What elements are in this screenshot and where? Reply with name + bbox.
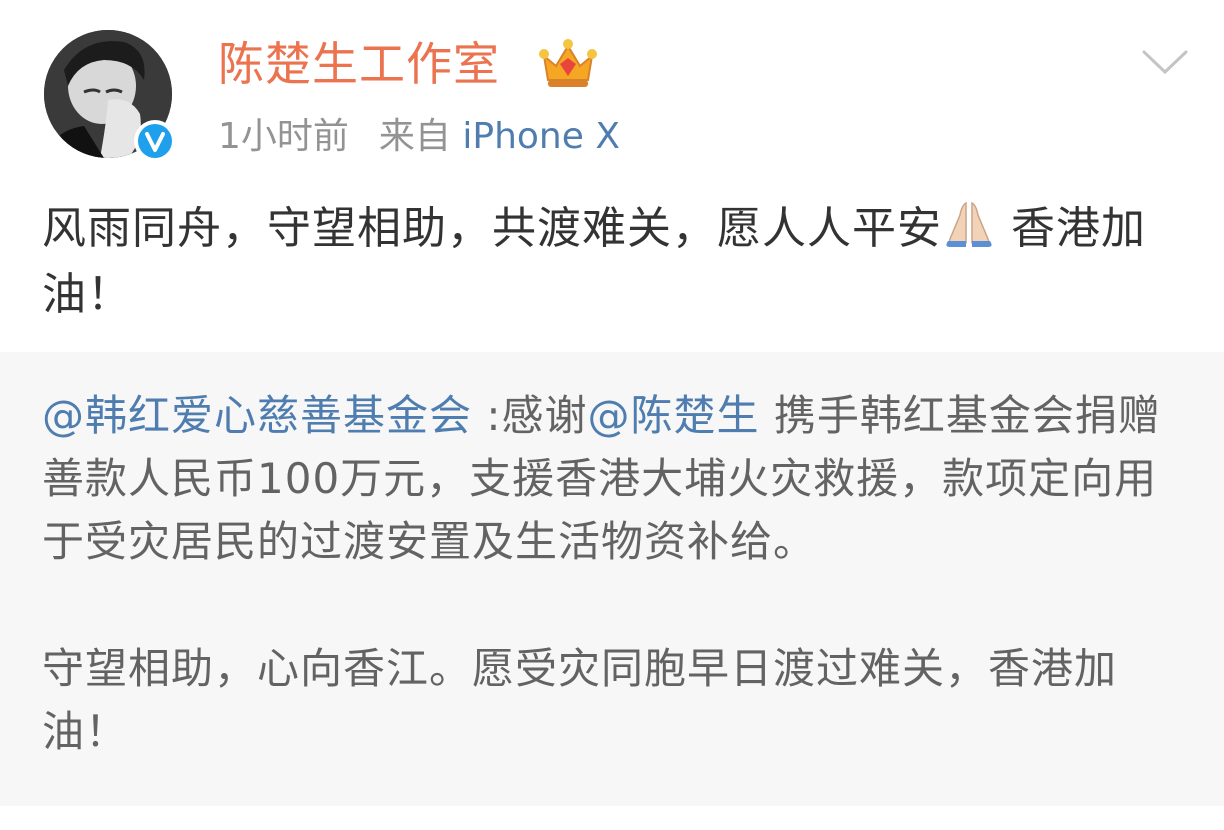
crown-member-icon[interactable] bbox=[536, 36, 600, 92]
repost-thanks: :感谢 bbox=[472, 391, 588, 440]
post-meta: 1小时前 来自 iPhone X bbox=[218, 114, 620, 160]
post-time: 1小时前 bbox=[218, 116, 349, 157]
post-text-main: 风雨同舟，守望相助，共渡难关，愿人人平安 bbox=[42, 203, 942, 254]
verified-badge-icon bbox=[138, 124, 172, 158]
repost-card[interactable]: @韩红爱心慈善基金会 :感谢@陈楚生 携手韩红基金会捐赠善款人民币100万元，支… bbox=[0, 352, 1224, 806]
chevron-down-icon[interactable] bbox=[1140, 44, 1190, 78]
repost-body-2: 守望相助，心向香江。愿受灾同胞早日渡过难关，香港加油！ bbox=[42, 644, 1118, 756]
source-prefix: 来自 bbox=[378, 116, 451, 157]
post-text: 风雨同舟，守望相助，共渡难关，愿人人平安 香港加油！ bbox=[42, 196, 1192, 328]
post-source[interactable]: iPhone X bbox=[462, 116, 620, 157]
repost-text: @韩红爱心慈善基金会 :感谢@陈楚生 携手韩红基金会捐赠善款人民币100万元，支… bbox=[42, 384, 1192, 763]
user-name[interactable]: 陈楚生工作室 bbox=[218, 36, 500, 92]
mention-person[interactable]: @陈楚生 bbox=[588, 391, 760, 440]
post-header: 陈楚生工作室 1小时前 来自 iPhone X bbox=[0, 0, 1224, 180]
verified-badge bbox=[134, 120, 176, 162]
mention-foundation[interactable]: @韩红爱心慈善基金会 bbox=[42, 391, 472, 440]
folded-hands-emoji bbox=[946, 201, 992, 247]
